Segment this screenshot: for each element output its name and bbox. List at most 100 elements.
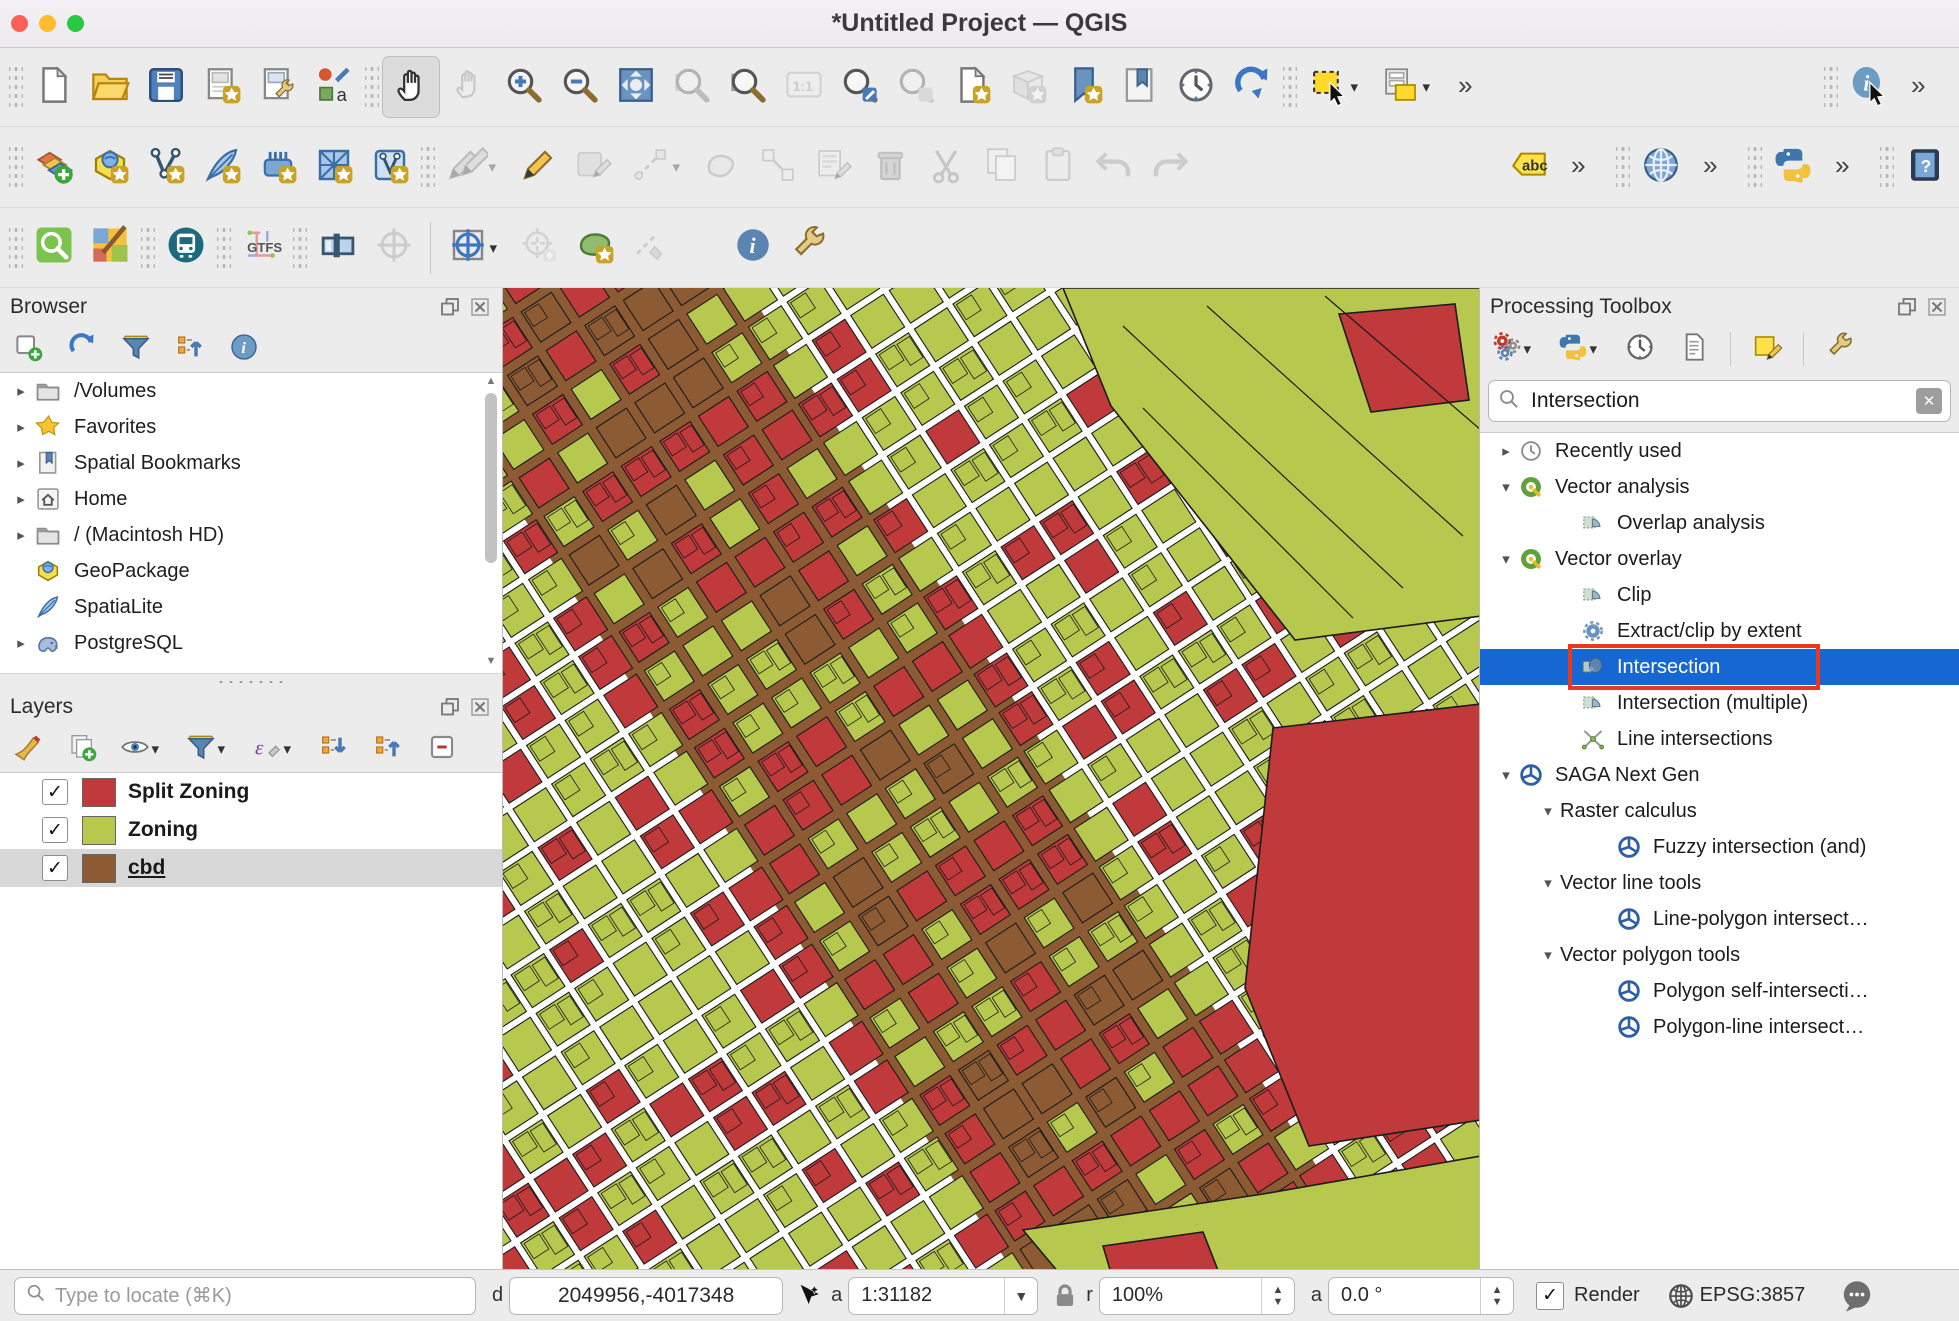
magnifier-spinbox[interactable]: 100% ▲▼ xyxy=(1099,1277,1295,1315)
note-edit-button[interactable] xyxy=(1747,329,1787,369)
datasource-manager-button[interactable] xyxy=(26,137,82,197)
extent-tracking-icon[interactable] xyxy=(795,1281,825,1311)
layout-manager-button[interactable] xyxy=(250,57,306,117)
expand-arrow-icon[interactable]: ▸ xyxy=(8,418,34,436)
label-abc-button[interactable]: abc xyxy=(1501,137,1557,197)
zoom-layer-button[interactable] xyxy=(720,57,776,117)
coordinate-field[interactable]: 2049956,-4017348 xyxy=(509,1277,783,1315)
toolbox-item-extract-clip-by-extent[interactable]: Extract/clip by extent xyxy=(1480,613,1959,649)
toolbox-item-recently-used[interactable]: ▸Recently used xyxy=(1480,433,1959,469)
expand-arrow-icon[interactable]: ▸ xyxy=(8,382,34,400)
wrench-button[interactable] xyxy=(781,218,837,278)
close-panel-icon[interactable] xyxy=(1925,295,1949,319)
map-canvas[interactable] xyxy=(503,288,1479,1273)
new-mesh-button[interactable] xyxy=(250,137,306,197)
filter-funnel-button[interactable]: ▾ xyxy=(182,729,234,769)
gears-multi-button[interactable]: ▾ xyxy=(1488,329,1540,369)
new-map-view-button[interactable] xyxy=(944,57,1000,117)
expand-arrow-icon[interactable]: ▸ xyxy=(8,634,34,652)
history-clock-button[interactable] xyxy=(1620,329,1660,369)
paper-doc-button[interactable] xyxy=(1674,329,1714,369)
gtfs-button[interactable]: GTFS xyxy=(234,218,290,278)
refresh-button[interactable] xyxy=(1224,57,1280,117)
select-rect-button[interactable]: ▾ xyxy=(1300,57,1372,117)
new-project-button[interactable] xyxy=(26,57,82,117)
zoom-last-button[interactable] xyxy=(832,57,888,117)
toolbox-item-polygon-line-intersect[interactable]: Polygon-line intersect… xyxy=(1480,1009,1959,1045)
panel-splitter[interactable] xyxy=(0,673,502,688)
open-project-button[interactable] xyxy=(82,57,138,117)
new-geopackage-button[interactable] xyxy=(82,137,138,197)
float-panel-icon[interactable] xyxy=(1895,295,1919,319)
browser-item-geopackage[interactable]: GeoPackage xyxy=(0,553,502,589)
chevron-down-icon[interactable]: ▾ xyxy=(1590,340,1604,358)
overflow-button[interactable]: » xyxy=(1444,57,1500,117)
crosshair-frame-button[interactable]: ▾ xyxy=(439,218,511,278)
show-bookmarks-button[interactable] xyxy=(1112,57,1168,117)
browser-item-spatial-bookmarks[interactable]: ▸Spatial Bookmarks xyxy=(0,445,502,481)
expand-arrow-icon[interactable]: ▾ xyxy=(1536,802,1560,820)
scrollbar[interactable]: ▲ ▼ xyxy=(482,375,500,671)
expand-arrow-icon[interactable]: ▸ xyxy=(8,526,34,544)
spinner-arrows[interactable]: ▲▼ xyxy=(1261,1278,1294,1314)
wrench-button[interactable] xyxy=(1820,329,1860,369)
filter-expression-button[interactable]: ε▾ xyxy=(248,729,300,769)
float-panel-icon[interactable] xyxy=(438,695,462,719)
close-panel-icon[interactable] xyxy=(468,295,492,319)
lock-scale-icon[interactable] xyxy=(1050,1281,1080,1311)
expand-arrow-icon[interactable]: ▾ xyxy=(1536,946,1560,964)
browser-item-volumes[interactable]: ▸/Volumes xyxy=(0,373,502,409)
chevron-down-icon[interactable]: ▾ xyxy=(673,158,687,176)
expand-arrow-icon[interactable]: ▾ xyxy=(1494,766,1518,784)
toolbox-search-box[interactable]: ✕ xyxy=(1488,380,1951,422)
save-project-button[interactable] xyxy=(138,57,194,117)
close-panel-icon[interactable] xyxy=(468,695,492,719)
web-globe-button[interactable] xyxy=(1633,137,1689,197)
layer-checkbox[interactable]: ✓ xyxy=(42,817,68,843)
select-form-button[interactable]: ▾ xyxy=(1372,57,1444,117)
browser-item-postgresql[interactable]: ▸PostgreSQL xyxy=(0,625,502,661)
zoom-full-button[interactable] xyxy=(608,57,664,117)
filter-funnel-button[interactable] xyxy=(116,329,156,369)
osm-search-button[interactable] xyxy=(26,218,82,278)
temporal-controller-button[interactable] xyxy=(1168,57,1224,117)
new-bookmark-button[interactable] xyxy=(1056,57,1112,117)
overflow-2-button[interactable]: » xyxy=(1897,57,1953,117)
chevron-down-icon[interactable]: ▾ xyxy=(152,740,166,758)
toolbox-item-vector-analysis[interactable]: ▾Vector analysis xyxy=(1480,469,1959,505)
browser-item-macintosh-hd[interactable]: ▸/ (Macintosh HD) xyxy=(0,517,502,553)
transit-bus-button[interactable] xyxy=(158,218,214,278)
new-spatialite-button[interactable] xyxy=(194,137,250,197)
float-panel-icon[interactable] xyxy=(438,295,462,319)
expand-arrow-icon[interactable]: ▾ xyxy=(1536,874,1560,892)
identify-button[interactable]: i xyxy=(1841,57,1897,117)
toolbox-item-line-intersections[interactable]: Line intersections xyxy=(1480,721,1959,757)
rotation-spinbox[interactable]: 0.0 ° ▲▼ xyxy=(1328,1277,1514,1315)
crs-status[interactable]: EPSG:3857 xyxy=(1666,1281,1806,1311)
add-selected-layer-button[interactable] xyxy=(8,329,48,369)
new-shapefile-button[interactable] xyxy=(138,137,194,197)
properties-info-button[interactable]: i xyxy=(224,329,264,369)
messages-bubble-icon[interactable] xyxy=(1839,1278,1875,1314)
collapse-tree-button[interactable] xyxy=(170,329,210,369)
chevron-down-icon[interactable]: ▾ xyxy=(489,158,503,176)
toolbox-item-polygon-self-intersecti[interactable]: Polygon self-intersecti… xyxy=(1480,973,1959,1009)
style-manager-button[interactable]: a xyxy=(306,57,362,117)
new-print-layout-button[interactable] xyxy=(194,57,250,117)
locator-search[interactable]: Type to locate (⌘K) xyxy=(14,1277,476,1315)
expand-arrow-icon[interactable]: ▸ xyxy=(1494,442,1518,460)
layer-item-split-zoning[interactable]: ✓Split Zoning xyxy=(0,773,502,811)
chevron-down-icon[interactable]: ▼ xyxy=(1004,1278,1037,1314)
quickmap-button[interactable] xyxy=(82,218,138,278)
chevron-down-icon[interactable]: ▾ xyxy=(490,239,504,257)
browser-item-favorites[interactable]: ▸Favorites xyxy=(0,409,502,445)
new-virtual-button[interactable] xyxy=(306,137,362,197)
blob-star-button[interactable] xyxy=(567,218,623,278)
toolbox-item-vector-overlay[interactable]: ▾Vector overlay xyxy=(1480,541,1959,577)
python-console-button[interactable] xyxy=(1765,137,1821,197)
expand-arrow-icon[interactable]: ▸ xyxy=(8,454,34,472)
toolbox-item-intersection-multiple[interactable]: Intersection (multiple) xyxy=(1480,685,1959,721)
scroll-down-icon[interactable]: ▼ xyxy=(482,655,500,671)
scroll-up-icon[interactable]: ▲ xyxy=(482,375,500,391)
toggle-editing-button[interactable] xyxy=(510,137,566,197)
